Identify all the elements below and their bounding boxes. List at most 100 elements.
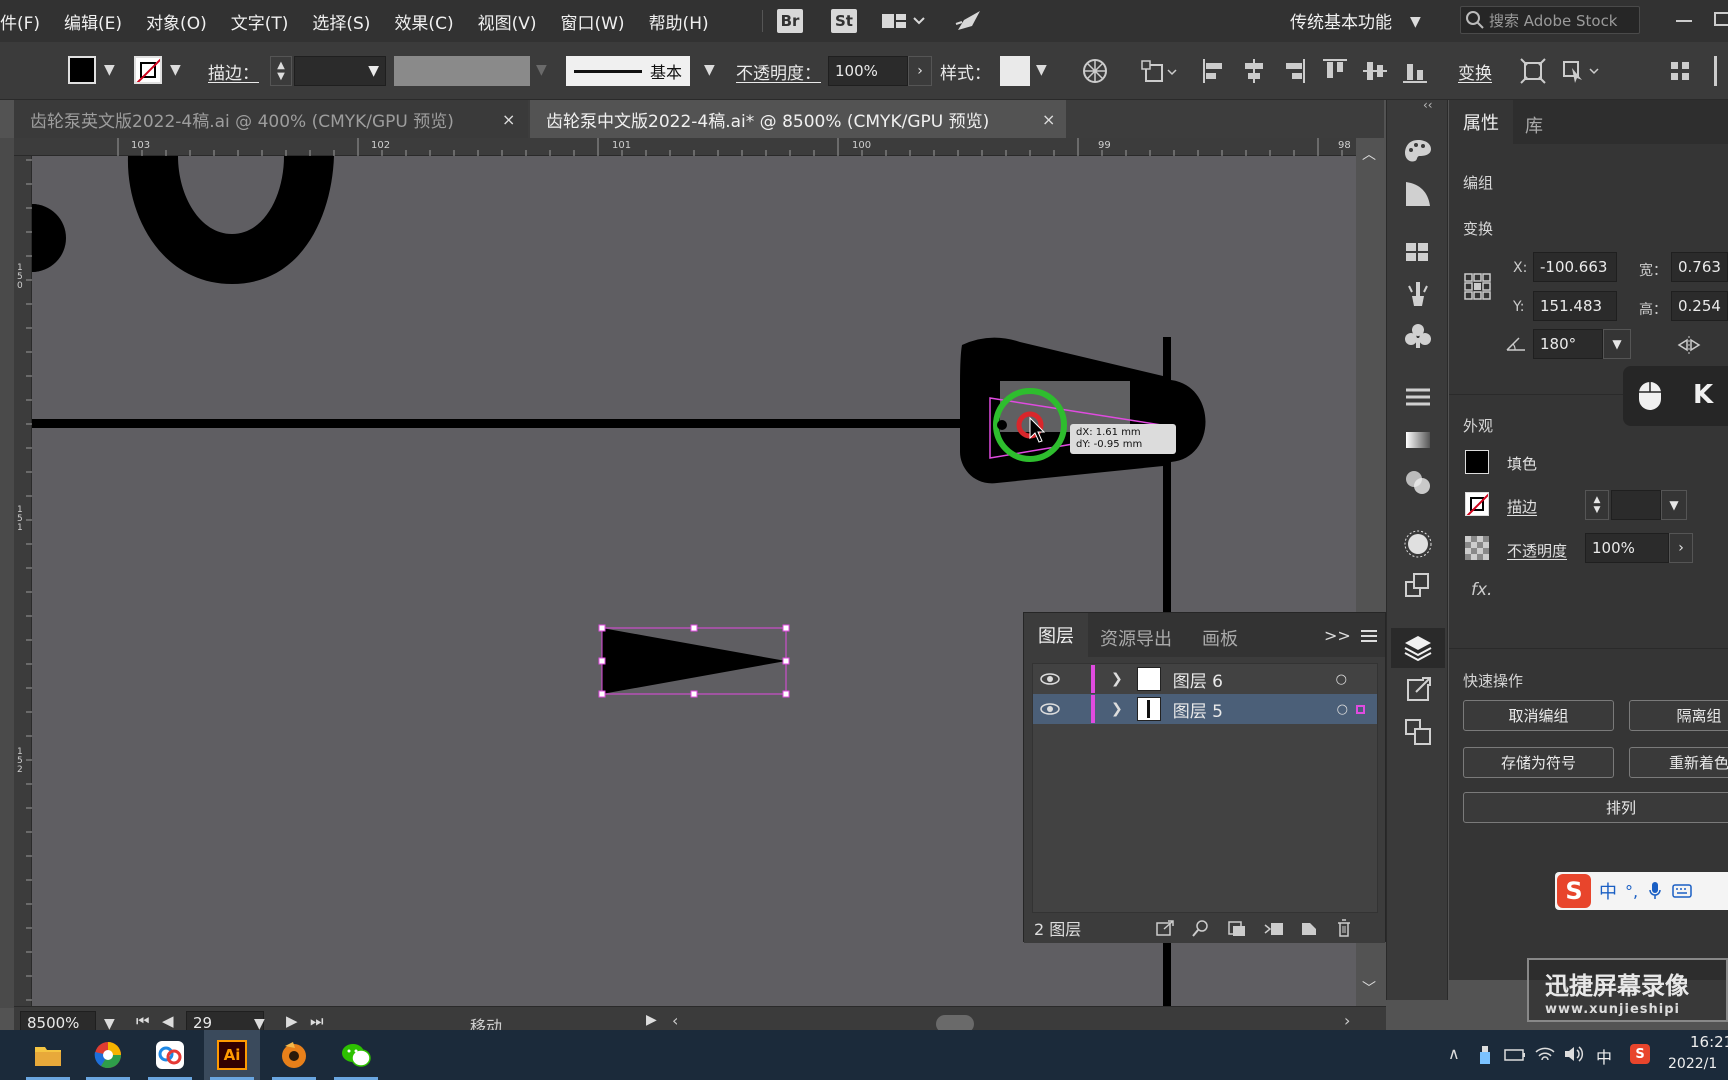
opacity-input[interactable]: 100% [828, 56, 908, 86]
swatches-icon[interactable] [1402, 236, 1434, 268]
arrange-documents-button[interactable] [880, 10, 926, 32]
locate-object-icon[interactable] [1191, 919, 1211, 937]
layer-row-5[interactable]: ❯ 图层 5 ○ [1033, 694, 1377, 724]
height-input[interactable]: 0.254 [1671, 291, 1728, 321]
microphone-icon[interactable] [1648, 881, 1662, 901]
transform-panel-icon[interactable] [1402, 570, 1434, 602]
opacity-label[interactable]: 不透明度 [1507, 540, 1567, 561]
x-position-input[interactable]: -100.663 [1533, 252, 1617, 282]
collapse-panel-icon[interactable]: >> [1324, 626, 1351, 645]
chevron-down-icon[interactable]: ▼ [704, 62, 715, 78]
tray-expand-icon[interactable]: ∧ [1448, 1044, 1460, 1063]
stroke-weight-stepper[interactable]: ▲ ▼ [270, 56, 292, 86]
collapse-strip-icon[interactable]: ‹‹ [1423, 98, 1433, 112]
target-circle-icon[interactable]: ○ [1336, 672, 1347, 687]
chevron-right-icon[interactable]: ❯ [1111, 701, 1123, 717]
clock-date[interactable]: 2022/1 [1668, 1056, 1717, 1072]
close-icon[interactable]: × [1042, 110, 1055, 129]
tab-libraries[interactable]: 库 [1525, 112, 1543, 138]
tab-english-doc[interactable]: 齿轮泵英文版2022-4稿.ai @ 400% (CMYK/GPU 预览) × [14, 100, 528, 138]
align-right-icon[interactable] [1280, 56, 1308, 86]
eye-icon[interactable] [1039, 672, 1061, 686]
opacity-expand-button[interactable]: › [1669, 533, 1693, 563]
color-guide-icon[interactable] [1402, 178, 1434, 210]
flip-horizontal-icon[interactable] [1677, 336, 1701, 354]
tab-properties[interactable]: 属性 [1449, 100, 1513, 144]
menu-file[interactable]: 件(F) [0, 9, 40, 34]
align-middle-icon[interactable] [1360, 56, 1388, 86]
scroll-down-icon[interactable]: ﹀ [1362, 978, 1376, 998]
stroke-label[interactable]: 描边 [1507, 496, 1537, 517]
layer-name[interactable]: 图层 5 [1173, 697, 1223, 722]
taskbar-wechat[interactable] [328, 1030, 384, 1080]
opacity-input[interactable]: 100% [1585, 533, 1669, 563]
first-artboard-icon[interactable]: ⏮ [136, 1012, 150, 1030]
layer-name[interactable]: 图层 6 [1173, 667, 1223, 692]
fill-swatch[interactable] [68, 56, 96, 84]
stock-button[interactable]: St [831, 9, 857, 33]
selected-triangle[interactable] [602, 628, 786, 694]
effects-fx-button[interactable]: fx. [1471, 580, 1492, 600]
stroke-weight-stepper[interactable]: ▲ ▼ [1585, 490, 1609, 520]
save-as-symbol-button[interactable]: 存储为符号 [1463, 747, 1614, 778]
minimize-icon[interactable] [1676, 20, 1692, 22]
menu-type[interactable]: 文字(T) [231, 9, 289, 34]
taskbar-illustrator[interactable]: Ai [204, 1030, 260, 1080]
artboards-icon[interactable] [1402, 716, 1434, 748]
align-top-icon[interactable] [1320, 56, 1348, 86]
tab-artboards[interactable]: 画板 [1202, 625, 1238, 651]
menu-select[interactable]: 选择(S) [312, 9, 370, 34]
align-left-icon[interactable] [1200, 56, 1228, 86]
eye-icon[interactable] [1039, 702, 1061, 716]
reference-point-icon[interactable] [1463, 272, 1493, 302]
stroke-panel-icon[interactable] [1402, 382, 1434, 414]
clock-time[interactable]: 16:21 [1690, 1033, 1728, 1051]
graphic-style-swatch[interactable] [1000, 56, 1030, 86]
menu-effect[interactable]: 效果(C) [394, 9, 453, 34]
usb-icon[interactable] [1476, 1044, 1494, 1066]
menu-help[interactable]: 帮助(H) [649, 9, 709, 34]
chevron-down-icon[interactable]: ▼ [104, 62, 115, 78]
arrange-button[interactable]: 排列 [1463, 792, 1728, 823]
fill-swatch[interactable] [1465, 450, 1489, 474]
tab-asset-export[interactable]: 资源导出 [1100, 625, 1172, 651]
width-input[interactable]: 0.763 [1671, 252, 1728, 282]
ungroup-button[interactable]: 取消编组 [1463, 700, 1614, 731]
stroke-weight-dropdown[interactable]: ▼ [1661, 490, 1687, 520]
taskbar-browser[interactable] [80, 1030, 136, 1080]
stroke-swatch[interactable] [134, 56, 162, 84]
delete-icon[interactable] [1335, 918, 1353, 938]
battery-icon[interactable] [1504, 1046, 1526, 1064]
rotation-dropdown[interactable]: ▼ [1603, 329, 1631, 359]
panel-menu-icon[interactable] [1360, 629, 1378, 643]
taskbar-media-app[interactable] [266, 1030, 322, 1080]
isolate-group-button[interactable]: 隔离组 [1629, 700, 1728, 731]
align-bottom-icon[interactable] [1400, 56, 1428, 86]
workspace-switcher[interactable]: 传统基本功能 [1290, 8, 1392, 33]
arrange-panel-button[interactable] [1666, 56, 1696, 86]
scroll-up-icon[interactable]: ︿ [1362, 144, 1376, 164]
sogou-tray-icon[interactable]: S [1630, 1044, 1650, 1064]
stroke-swatch[interactable] [1465, 492, 1489, 516]
volume-icon[interactable] [1562, 1044, 1584, 1064]
keyboard-icon[interactable] [1672, 883, 1692, 899]
new-layer-icon[interactable] [1299, 919, 1319, 937]
stroke-weight-input[interactable] [1611, 490, 1661, 520]
ime-punctuation[interactable]: °, [1625, 882, 1638, 901]
bridge-button[interactable]: Br [777, 9, 803, 33]
taskbar-cloud-app[interactable] [142, 1030, 198, 1080]
tab-layers[interactable]: 图层 [1024, 613, 1088, 657]
transparency-icon[interactable] [1402, 466, 1434, 498]
stroke-label[interactable]: 描边： [208, 59, 259, 84]
layers-strip-button[interactable] [1391, 628, 1445, 668]
chevron-down-icon[interactable]: ▼ [170, 62, 181, 78]
selection-indicator[interactable] [1356, 704, 1365, 714]
stroke-weight-input[interactable]: ▼ [294, 56, 386, 86]
shape-modes-button[interactable] [1140, 56, 1180, 86]
appearance-icon[interactable] [1402, 528, 1434, 560]
restore-icon[interactable] [1714, 12, 1728, 26]
recolor-button[interactable]: 重新着色 [1629, 747, 1728, 778]
clipping-mask-icon[interactable] [1227, 919, 1247, 937]
chevron-down-icon[interactable]: ▼ [1036, 62, 1047, 78]
reference-point-button[interactable] [1518, 56, 1548, 86]
